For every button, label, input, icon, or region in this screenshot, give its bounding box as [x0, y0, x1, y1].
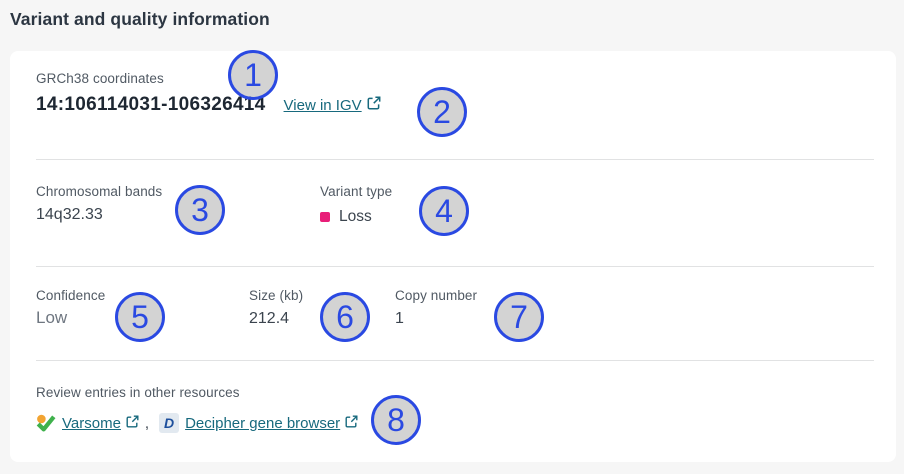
row-divider: [36, 159, 874, 160]
annotation-badge-2: 2: [417, 87, 467, 137]
page-title: Variant and quality information: [10, 9, 270, 30]
field-grch38-coordinates: GRCh38 coordinates 14:106114031-10632641…: [36, 71, 381, 116]
size-kb-value: 212.4: [249, 310, 303, 328]
annotation-badge-7: 7: [494, 292, 544, 342]
loss-color-swatch-icon: [320, 212, 330, 222]
annotation-badge-5: 5: [115, 292, 165, 342]
chromosomal-bands-label: Chromosomal bands: [36, 184, 162, 199]
external-link-icon: [126, 415, 139, 432]
field-other-resources: Review entries in other resources Varsom…: [36, 385, 358, 433]
link-separator: ,: [145, 415, 149, 432]
varsome-link[interactable]: Varsome: [62, 415, 139, 432]
decipher-link-label: Decipher gene browser: [185, 415, 340, 432]
grch38-coordinates-value: 14:106114031-106326414: [36, 94, 266, 116]
annotation-badge-1: 1: [228, 50, 278, 100]
variant-type-value: Loss: [339, 208, 372, 226]
decipher-d-icon: D: [159, 413, 179, 433]
external-link-icon: [345, 415, 358, 432]
annotation-badge-8: 8: [371, 395, 421, 445]
field-confidence: Confidence Low: [36, 288, 105, 328]
row-divider: [36, 266, 874, 267]
external-link-icon: [367, 96, 381, 114]
varsome-check-icon: [36, 413, 56, 433]
field-chromosomal-bands: Chromosomal bands 14q32.33: [36, 184, 162, 224]
field-copy-number: Copy number 1: [395, 288, 477, 328]
annotation-badge-6: 6: [320, 292, 370, 342]
view-in-igv-label: View in IGV: [284, 97, 362, 114]
confidence-label: Confidence: [36, 288, 105, 303]
view-in-igv-link[interactable]: View in IGV: [284, 96, 381, 114]
field-size-kb: Size (kb) 212.4: [249, 288, 303, 328]
annotation-badge-4: 4: [419, 186, 469, 236]
varsome-link-label: Varsome: [62, 415, 121, 432]
grch38-coordinates-label: GRCh38 coordinates: [36, 71, 381, 86]
row-divider: [36, 360, 874, 361]
annotation-badge-3: 3: [175, 185, 225, 235]
variant-type-label: Variant type: [320, 184, 392, 199]
copy-number-label: Copy number: [395, 288, 477, 303]
size-kb-label: Size (kb): [249, 288, 303, 303]
other-resources-label: Review entries in other resources: [36, 385, 358, 400]
chromosomal-bands-value: 14q32.33: [36, 206, 162, 224]
decipher-gene-browser-link[interactable]: Decipher gene browser: [185, 415, 358, 432]
copy-number-value: 1: [395, 310, 477, 328]
confidence-value: Low: [36, 308, 105, 328]
field-variant-type: Variant type Loss: [320, 184, 392, 226]
